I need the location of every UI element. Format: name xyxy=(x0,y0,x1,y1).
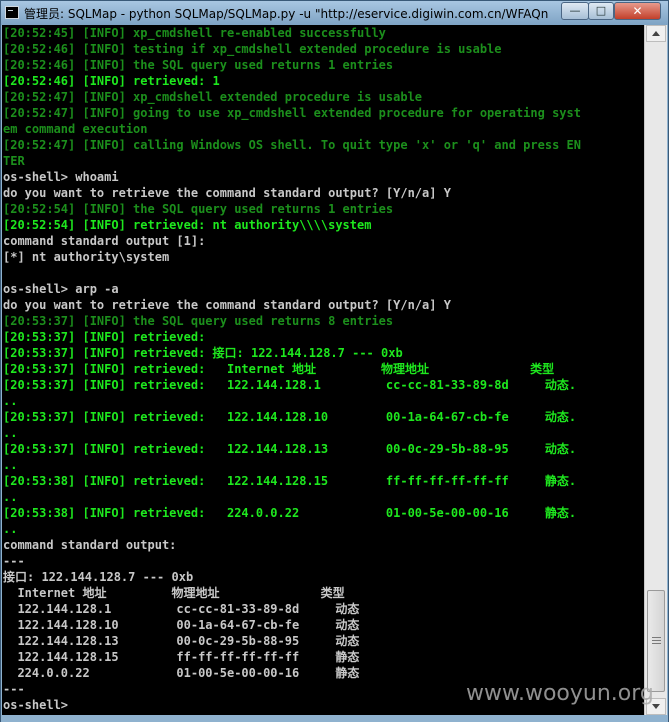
console-line: [20:53:37] [INFO] retrieved: 122.144.128… xyxy=(3,410,577,424)
console-line: [20:52:46] [INFO] retrieved: 1 xyxy=(3,74,220,88)
console-line: [20:52:47] [INFO] going to use xp_cmdshe… xyxy=(3,106,581,120)
watermark-text: www.wooyun.org xyxy=(466,681,654,706)
console-app-icon[interactable] xyxy=(5,6,19,19)
console-line: [20:53:37] [INFO] retrieved: xyxy=(3,330,206,344)
scrollbar-thumb[interactable] xyxy=(647,590,665,692)
console-line: [20:52:46] [INFO] the SQL query used ret… xyxy=(3,58,394,72)
console-line: do you want to retrieve the command stan… xyxy=(3,186,451,200)
console-line: 224.0.0.22 01-00-5e-00-00-16 静态 xyxy=(3,666,360,680)
console-line: [20:52:46] [INFO] testing if xp_cmdshell… xyxy=(3,42,502,56)
console-line: [20:52:47] [INFO] xp_cmdshell extended p… xyxy=(3,90,423,104)
console-line: em command execution xyxy=(3,122,148,136)
scrollbar-grip-icon xyxy=(652,637,661,644)
console-line: [20:52:47] [INFO] calling Windows OS she… xyxy=(3,138,581,152)
console-line: 122.144.128.10 00-1a-64-67-cb-fe 动态 xyxy=(3,618,360,632)
console-line: --- xyxy=(3,554,25,568)
window-bottom-frame xyxy=(1,715,668,722)
window-title: 管理员: SQLMap - python SQLMap/SQLMap.py -u… xyxy=(24,7,549,21)
scroll-up-arrow-icon[interactable] xyxy=(646,25,666,42)
console-line: command standard output [1]: xyxy=(3,234,206,248)
console-line: [20:53:37] [INFO] the SQL query used ret… xyxy=(3,314,394,328)
console-text: [20:52:45] [INFO] xp_cmdshell re-enabled… xyxy=(2,25,644,713)
console-line: [20:52:54] [INFO] the SQL query used ret… xyxy=(3,202,394,216)
console-line: 122.144.128.1 cc-cc-81-33-89-8d 动态 xyxy=(3,602,360,616)
console-window: 管理员: SQLMap - python SQLMap/SQLMap.py -u… xyxy=(0,0,669,722)
console-line: [20:53:37] [INFO] retrieved: 122.144.128… xyxy=(3,378,577,392)
console-line: [20:52:54] [INFO] retrieved: nt authorit… xyxy=(3,218,372,232)
console-line: .. xyxy=(3,490,18,504)
vertical-scrollbar[interactable] xyxy=(644,25,667,715)
console-line: [20:53:38] [INFO] retrieved: 224.0.0.22 … xyxy=(3,506,577,520)
console-line: os-shell> whoami xyxy=(3,170,119,184)
console-line: 122.144.128.13 00-0c-29-5b-88-95 动态 xyxy=(3,634,360,648)
console-line: os-shell> arp -a xyxy=(3,282,119,296)
console-line: command standard output: xyxy=(3,538,177,552)
console-line: 接口: 122.144.128.7 --- 0xb xyxy=(3,570,194,584)
console-line: [20:53:38] [INFO] retrieved: 122.144.128… xyxy=(3,474,577,488)
console-line: .. xyxy=(3,522,18,536)
console-line: [*] nt authority\system xyxy=(3,250,170,264)
console-line: [20:53:37] [INFO] retrieved: 122.144.128… xyxy=(3,442,577,456)
console-output[interactable]: [20:52:45] [INFO] xp_cmdshell re-enabled… xyxy=(2,25,644,715)
title-bar[interactable]: 管理员: SQLMap - python SQLMap/SQLMap.py -u… xyxy=(1,1,668,25)
console-line: .. xyxy=(3,394,18,408)
console-line: [20:53:37] [INFO] retrieved: 接口: 122.144… xyxy=(3,346,403,360)
console-line: [20:52:45] [INFO] xp_cmdshell re-enabled… xyxy=(3,26,386,40)
console-line: 122.144.128.15 ff-ff-ff-ff-ff-ff 静态 xyxy=(3,650,360,664)
console-line: .. xyxy=(3,426,18,440)
console-line: do you want to retrieve the command stan… xyxy=(3,298,451,312)
minimize-button[interactable]: — xyxy=(561,2,589,20)
console-line: .. xyxy=(3,458,18,472)
close-button[interactable]: ✕ xyxy=(614,2,661,20)
maximize-button[interactable]: □ xyxy=(588,2,614,20)
console-line: TER xyxy=(3,154,25,168)
console-line: Internet 地址 物理地址 类型 xyxy=(3,586,345,600)
console-line: [20:53:37] [INFO] retrieved: Internet 地址… xyxy=(3,362,555,376)
